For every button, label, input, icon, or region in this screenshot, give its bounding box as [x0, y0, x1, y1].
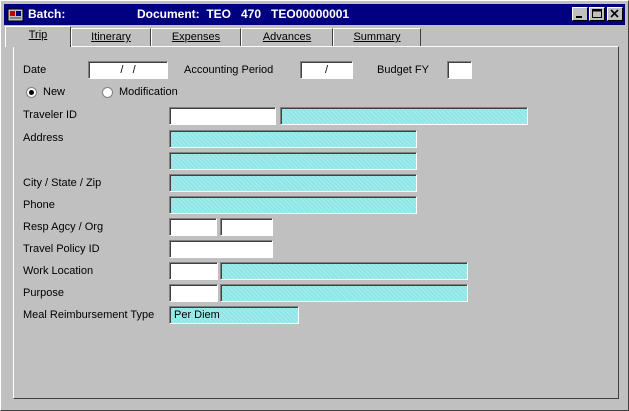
batch-label: Batch:	[28, 7, 66, 21]
city-state-zip-label: City / State / Zip	[23, 177, 102, 189]
maximize-icon	[592, 9, 602, 18]
maximize-button[interactable]	[589, 7, 605, 21]
app-icon	[7, 8, 24, 22]
tab-itinerary-label: Itinerary	[91, 31, 131, 43]
accounting-period-label: Accounting Period	[184, 64, 274, 76]
budget-fy-label: Budget FY	[377, 64, 429, 76]
traveler-id-label: Traveler ID	[23, 109, 77, 121]
tab-expenses[interactable]: Expenses	[151, 28, 241, 46]
tab-expenses-label: Expenses	[171, 31, 221, 43]
resp-agcy-field[interactable]	[169, 218, 217, 236]
phone-field	[169, 196, 417, 214]
minimize-icon	[576, 16, 582, 18]
work-location-desc-field	[220, 262, 468, 280]
radio-new-label: New	[43, 86, 66, 98]
date-label: Date	[23, 64, 47, 76]
purpose-desc-field	[220, 284, 468, 302]
travel-policy-id-label: Travel Policy ID	[23, 243, 100, 255]
document-window: Batch: Document: TEO 470 TEO00000001 Tri…	[0, 0, 629, 411]
tab-trip[interactable]: Trip	[5, 26, 71, 47]
tab-trip-label: Trip	[28, 29, 48, 41]
tab-strip: Trip Itinerary Expenses Advances Summary	[5, 26, 625, 47]
tab-summary[interactable]: Summary	[333, 28, 421, 46]
accounting-period-field[interactable]: /	[300, 61, 353, 79]
work-location-code-field[interactable]	[169, 262, 218, 280]
close-button[interactable]	[607, 7, 623, 21]
minimize-button[interactable]	[572, 7, 588, 21]
budget-fy-field[interactable]	[447, 61, 472, 79]
date-field[interactable]: / /	[88, 61, 168, 79]
radio-selected-dot	[29, 90, 34, 95]
traveler-id-field[interactable]	[169, 107, 276, 125]
resp-agcy-org-label: Resp Agcy / Org	[23, 221, 104, 233]
city-state-zip-field	[169, 174, 417, 192]
document-label: Document: TEO 470 TEO00000001	[137, 7, 350, 21]
tab-advances-label: Advances	[262, 31, 312, 43]
traveler-name-field	[280, 107, 528, 125]
tab-advances[interactable]: Advances	[241, 28, 333, 46]
phone-label: Phone	[23, 199, 55, 211]
tab-itinerary[interactable]: Itinerary	[71, 28, 151, 46]
meal-reimbursement-type-label: Meal Reimbursement Type	[23, 309, 155, 321]
title-bar[interactable]: Batch: Document: TEO 470 TEO00000001	[4, 4, 625, 25]
travel-policy-id-field[interactable]	[169, 240, 273, 258]
purpose-code-field[interactable]	[169, 284, 218, 302]
trip-panel	[13, 46, 619, 399]
meal-reimbursement-type-field: Per Diem	[169, 306, 299, 324]
resp-org-field[interactable]	[220, 218, 273, 236]
radio-modification[interactable]	[102, 87, 113, 98]
work-location-label: Work Location	[23, 265, 94, 277]
address-line1-field	[169, 130, 417, 148]
radio-modification-label: Modification	[119, 86, 178, 98]
tab-summary-label: Summary	[353, 31, 401, 43]
close-icon	[610, 9, 619, 18]
radio-new[interactable]	[26, 87, 37, 98]
address-line2-field	[169, 152, 417, 170]
purpose-label: Purpose	[23, 287, 64, 299]
address-label: Address	[23, 132, 64, 144]
